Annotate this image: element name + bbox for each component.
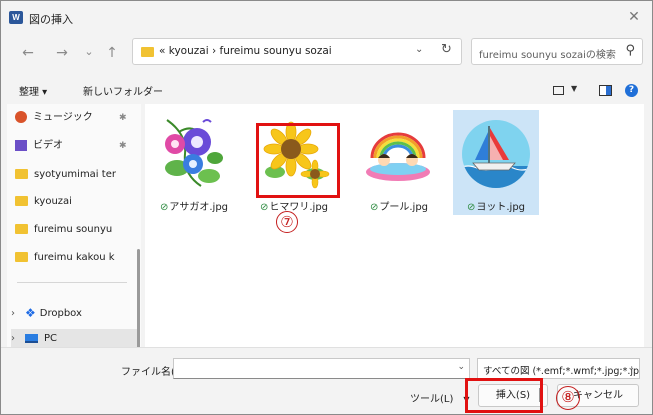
search-icon[interactable]: ⚲: [625, 43, 635, 58]
file-tile[interactable]: ⊘アサガオ.jpg: [151, 110, 237, 215]
music-icon: [15, 111, 27, 123]
sync-status-icon: ⊘: [466, 202, 476, 213]
pin-icon: ✱: [119, 113, 127, 123]
help-icon[interactable]: ?: [625, 84, 638, 97]
nav-item-fureimu-sounyu[interactable]: fureimu sounyu: [15, 220, 141, 240]
nav-item-pc[interactable]: › PC: [11, 329, 137, 347]
view-options-icon[interactable]: [553, 86, 564, 95]
file-tile[interactable]: ⊘プール.jpg: [356, 110, 442, 215]
pc-icon: [25, 333, 38, 343]
address-dropdown-icon[interactable]: ⌄: [415, 44, 423, 55]
tools-menu-button[interactable]: ツール(L) ▼: [410, 390, 470, 405]
word-app-icon: W: [9, 11, 23, 24]
nav-item-label: ミュージック: [33, 112, 93, 123]
dialog-footer: ファイル名(N): ⌄ すべての図 (*.emf;*.wmf;*.jpg;*.j…: [1, 347, 652, 414]
nav-item-label: PC: [44, 333, 58, 344]
nav-item-label: ビデオ: [33, 140, 63, 151]
forward-arrow-icon[interactable]: →: [53, 45, 71, 61]
nav-item-label: fureimu sounyu: [34, 224, 113, 235]
address-bar[interactable]: « kyouzai › fureimu sounyu sozai ⌄ ↻: [132, 38, 462, 65]
dialog-title: 図の挿入: [29, 13, 73, 26]
nav-item-dropbox[interactable]: › ❖ Dropbox: [11, 303, 137, 323]
view-options-chevron-icon[interactable]: ▼: [571, 84, 577, 93]
new-folder-button[interactable]: 新しいフォルダー: [83, 83, 163, 98]
nav-scrollbar[interactable]: [137, 249, 140, 347]
yacht-thumbnail: [459, 114, 533, 192]
nav-item-music[interactable]: ミュージック ✱: [15, 108, 141, 128]
expand-chevron-icon[interactable]: ›: [11, 304, 25, 323]
annotation-step-8: ⑧: [556, 386, 580, 410]
filter-dropdown-icon[interactable]: ⌄: [627, 363, 635, 373]
file-type-value: すべての図 (*.emf;*.wmf;*.jpg;*.jp: [483, 366, 640, 377]
nav-item-label: syotyumimai ter: [34, 169, 116, 180]
search-input[interactable]: fureimu sounyu sozaiの検索: [479, 46, 616, 61]
file-name: ⊘ヒマワリ.jpg: [259, 202, 329, 213]
file-name: ⊘ヨット.jpg: [466, 202, 526, 213]
video-icon: [15, 139, 27, 151]
file-list: ⊘アサガオ.jpg ⊘ヒマワリ.jpg ⊘プール.jpg ⊘ヨット.jpg ⑦: [145, 104, 644, 347]
navigation-pane: ミュージック ✱ ビデオ ✱ syotyumimai ter kyouzai f…: [7, 104, 141, 347]
file-type-filter[interactable]: すべての図 (*.emf;*.wmf;*.jpg;*.jp ⌄: [477, 358, 640, 379]
back-arrow-icon[interactable]: ←: [19, 45, 37, 61]
preview-pane-icon[interactable]: [599, 85, 612, 96]
insert-picture-dialog: W 図の挿入 ✕ ← → ⌄ ↑ « kyouzai › fureimu sou…: [0, 0, 653, 415]
sync-status-icon: ⊘: [259, 202, 269, 213]
folder-icon: [15, 196, 28, 206]
command-bar: 整理 ▾ 新しいフォルダー ▼ ?: [1, 76, 652, 104]
title-bar: W 図の挿入 ✕: [1, 1, 652, 34]
nav-item-syotyumimai[interactable]: syotyumimai ter: [15, 165, 141, 185]
dropbox-icon: ❖: [25, 306, 36, 320]
recent-locations-chevron-icon[interactable]: ⌄: [80, 45, 98, 58]
file-name: ⊘アサガオ.jpg: [159, 202, 229, 213]
filename-field[interactable]: ⌄: [173, 358, 470, 379]
nav-item-kyouzai[interactable]: kyouzai: [15, 192, 141, 212]
folder-icon: [15, 252, 28, 262]
sync-status-icon: ⊘: [159, 202, 169, 213]
annotation-highlight-box: [256, 123, 340, 198]
pin-icon: ✱: [119, 141, 127, 151]
close-icon[interactable]: ✕: [626, 8, 642, 26]
filename-dropdown-icon[interactable]: ⌄: [457, 362, 465, 372]
sync-status-icon: ⊘: [369, 202, 379, 213]
organize-button[interactable]: 整理 ▾: [19, 83, 47, 98]
folder-icon: [15, 224, 28, 234]
folder-icon: [15, 169, 28, 179]
nav-item-fureimu-kakou[interactable]: fureimu kakou k: [15, 248, 141, 268]
up-arrow-icon[interactable]: ↑: [103, 45, 121, 61]
morning-glory-thumbnail: [157, 114, 231, 192]
pool-thumbnail: [362, 114, 436, 192]
expand-chevron-icon[interactable]: ›: [11, 329, 25, 347]
nav-divider: [17, 282, 127, 283]
file-name: ⊘プール.jpg: [369, 202, 429, 213]
file-tile-selected[interactable]: ⊘ヨット.jpg: [453, 110, 539, 215]
address-path[interactable]: « kyouzai › fureimu sounyu sozai: [159, 45, 332, 57]
search-box[interactable]: fureimu sounyu sozaiの検索 ⚲: [471, 38, 643, 65]
folder-icon: [141, 47, 154, 57]
annotation-highlight-box: [465, 378, 543, 413]
nav-item-label: fureimu kakou k: [34, 252, 115, 263]
nav-item-video[interactable]: ビデオ ✱: [15, 136, 141, 156]
refresh-icon[interactable]: ↻: [441, 42, 452, 57]
annotation-step-7: ⑦: [276, 211, 298, 233]
nav-item-label: Dropbox: [39, 308, 82, 319]
nav-item-label: kyouzai: [34, 196, 72, 207]
